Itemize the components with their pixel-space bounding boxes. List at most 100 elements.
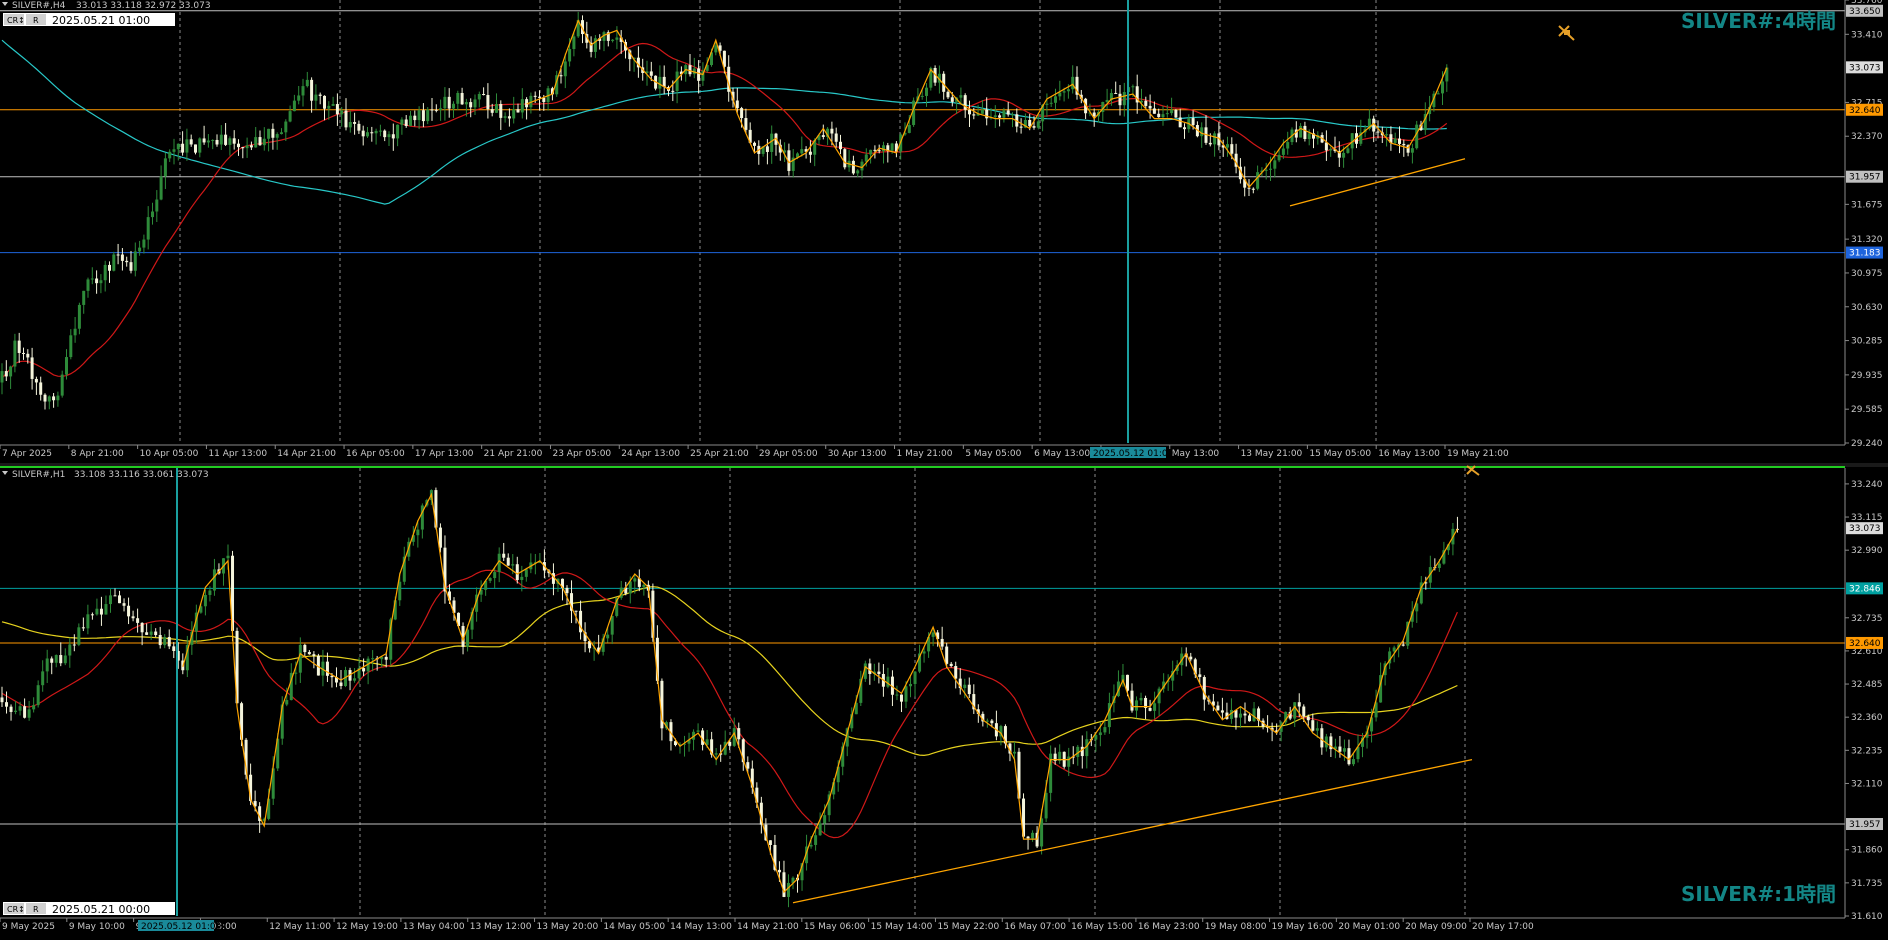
candle-body (809, 844, 813, 847)
candle-body (1238, 713, 1242, 718)
price-tick-label: 30.975 (1851, 269, 1883, 279)
h4-collapse-icon[interactable] (2, 2, 8, 6)
candle-body (56, 395, 60, 401)
candle-body (181, 143, 185, 153)
h1-trendline[interactable] (792, 758, 1473, 904)
candle-body (108, 264, 111, 271)
candle-body (340, 110, 344, 115)
candle-body (1174, 109, 1178, 118)
candle-body (931, 632, 935, 637)
candle-body (331, 104, 335, 106)
candle-body (312, 654, 316, 656)
candle-body (950, 97, 954, 102)
price-tick-label: 29.585 (1851, 405, 1883, 415)
candle-body (782, 872, 786, 897)
h4-trendline[interactable] (1289, 158, 1466, 207)
candle-body (877, 150, 881, 152)
candle-body (1105, 99, 1109, 102)
h4-time-axis[interactable]: 7 Apr 2025 8 Apr 21:00 10 Apr 05:00 11 Apr … (0, 445, 1509, 459)
h1-chart-panel[interactable]: 33.24033.11532.99032.73532.61032.48532.3… (0, 465, 1883, 932)
candle-body (26, 353, 30, 358)
time-tick-label: 14 May 13:00 (670, 922, 732, 932)
h1-time-axis[interactable]: 9 May 20259 May 10:009y 03:0012 May 11:0… (0, 918, 1534, 932)
candle-body (507, 116, 511, 119)
time-tick-label: 16 May 23:00 (1138, 922, 1200, 932)
candle-body (882, 145, 885, 152)
candle-body (374, 130, 378, 134)
time-tick-label: 15 May 05:00 (1309, 449, 1371, 459)
candle-body (398, 581, 402, 601)
time-tick-label: 13 May 20:00 (537, 922, 599, 932)
h1-price-axis[interactable]: 33.24033.11532.99032.73532.61032.48532.3… (1845, 480, 1883, 922)
candle-body (127, 605, 131, 617)
candle-body (13, 340, 17, 367)
candle-body (740, 108, 744, 119)
candle-body (447, 96, 451, 109)
candle-body (1148, 708, 1152, 711)
time-tick-label: 17 Apr 13:00 (415, 449, 474, 459)
candle-body (140, 622, 144, 633)
candle-body (1006, 110, 1010, 115)
candle-body (370, 132, 374, 134)
time-tick-label: 15 May 06:00 (804, 922, 866, 932)
candle-body (142, 239, 146, 248)
candle-body (99, 280, 103, 284)
candle-body (506, 557, 510, 566)
candle-body (946, 91, 950, 98)
candle-body (477, 93, 481, 100)
candle-body (1342, 152, 1346, 158)
time-tick-label: 16 May 15:00 (1071, 922, 1133, 932)
candle-body (808, 151, 812, 155)
h1-collapse-icon[interactable] (2, 471, 8, 475)
candle-body (890, 143, 894, 151)
candle-body (275, 134, 279, 138)
candle-body (59, 655, 63, 664)
chart-canvas[interactable]: 33.76033.41032.71532.37031.67531.32030.9… (0, 0, 1888, 936)
candle-body (50, 658, 54, 663)
candle-body (1028, 119, 1032, 127)
candle-body (1092, 112, 1096, 117)
candle-body (1338, 746, 1342, 752)
price-tick-label: 33.115 (1851, 513, 1883, 523)
candle-body (1252, 708, 1256, 722)
h4-pin-icon[interactable] (1558, 25, 1575, 41)
candle-body (241, 147, 245, 149)
candle-body (1012, 751, 1016, 754)
candle-body (318, 94, 322, 96)
candle-body (490, 109, 494, 113)
h4-chart-panel[interactable]: 33.76033.41032.71532.37031.67531.32030.9… (0, 0, 1883, 459)
candle-body (1293, 702, 1297, 719)
candle-body (1299, 125, 1303, 138)
candle-body (27, 709, 31, 718)
candle-body (1144, 100, 1148, 106)
candle-body (886, 676, 890, 687)
candle-body (189, 139, 193, 145)
candle-body (43, 394, 47, 402)
candle-body (45, 658, 49, 672)
h4-cr-label: CR↕ (7, 16, 25, 25)
candle-body (786, 882, 790, 897)
time-tick-label: 10 Apr 05:00 (140, 449, 199, 459)
support-trendline[interactable] (792, 758, 1473, 904)
candle-body (744, 118, 748, 130)
candle-body (82, 290, 86, 305)
candle-body (149, 631, 153, 635)
candle-body (895, 694, 899, 696)
candle-body (746, 762, 750, 769)
candle-body (305, 79, 309, 87)
candle-body (1098, 732, 1102, 736)
candle-body (520, 576, 524, 581)
candle-body (482, 93, 486, 96)
candle-body (413, 115, 417, 121)
candle-body (17, 340, 21, 353)
candle-body (1398, 138, 1401, 144)
candle-body (768, 840, 772, 845)
candle-body (1094, 735, 1098, 740)
time-tick-label: 24 Apr 13:00 (621, 449, 680, 459)
candle-body (1415, 124, 1419, 149)
time-tick-label: 15 May 14:00 (871, 922, 933, 932)
candle-body (1306, 716, 1310, 721)
candle-body (1307, 133, 1311, 139)
price-tick-label: 32.485 (1851, 680, 1883, 690)
support-trendline[interactable] (1289, 158, 1466, 207)
